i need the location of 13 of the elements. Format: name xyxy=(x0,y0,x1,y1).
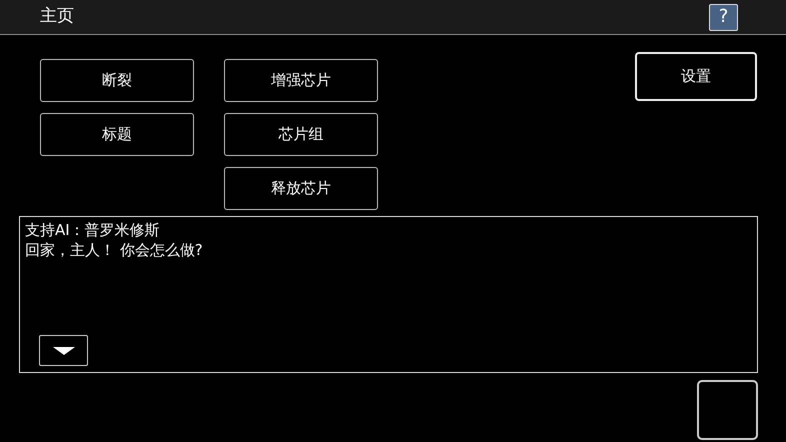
button[interactable] xyxy=(697,380,758,440)
dialog-text: 支持AI：普罗米修斯 xyxy=(25,220,161,240)
menu-button[interactable]: 断裂 xyxy=(40,59,194,102)
settings-button[interactable]: 设置 xyxy=(635,52,757,101)
header-title: 主页 xyxy=(40,5,74,28)
caret-down-icon xyxy=(52,346,74,354)
dialog-text: 回家，主人！ 你会怎么做? xyxy=(25,240,204,260)
menu-button[interactable]: 标题 xyxy=(40,113,194,156)
help-button[interactable]: ? xyxy=(709,4,738,30)
menu-button[interactable]: 芯片组 xyxy=(224,113,378,156)
menu-button[interactable]: 增强芯片 xyxy=(224,59,378,102)
menu-button[interactable]: 释放芯片 xyxy=(224,167,378,210)
down-button[interactable] xyxy=(39,335,88,366)
